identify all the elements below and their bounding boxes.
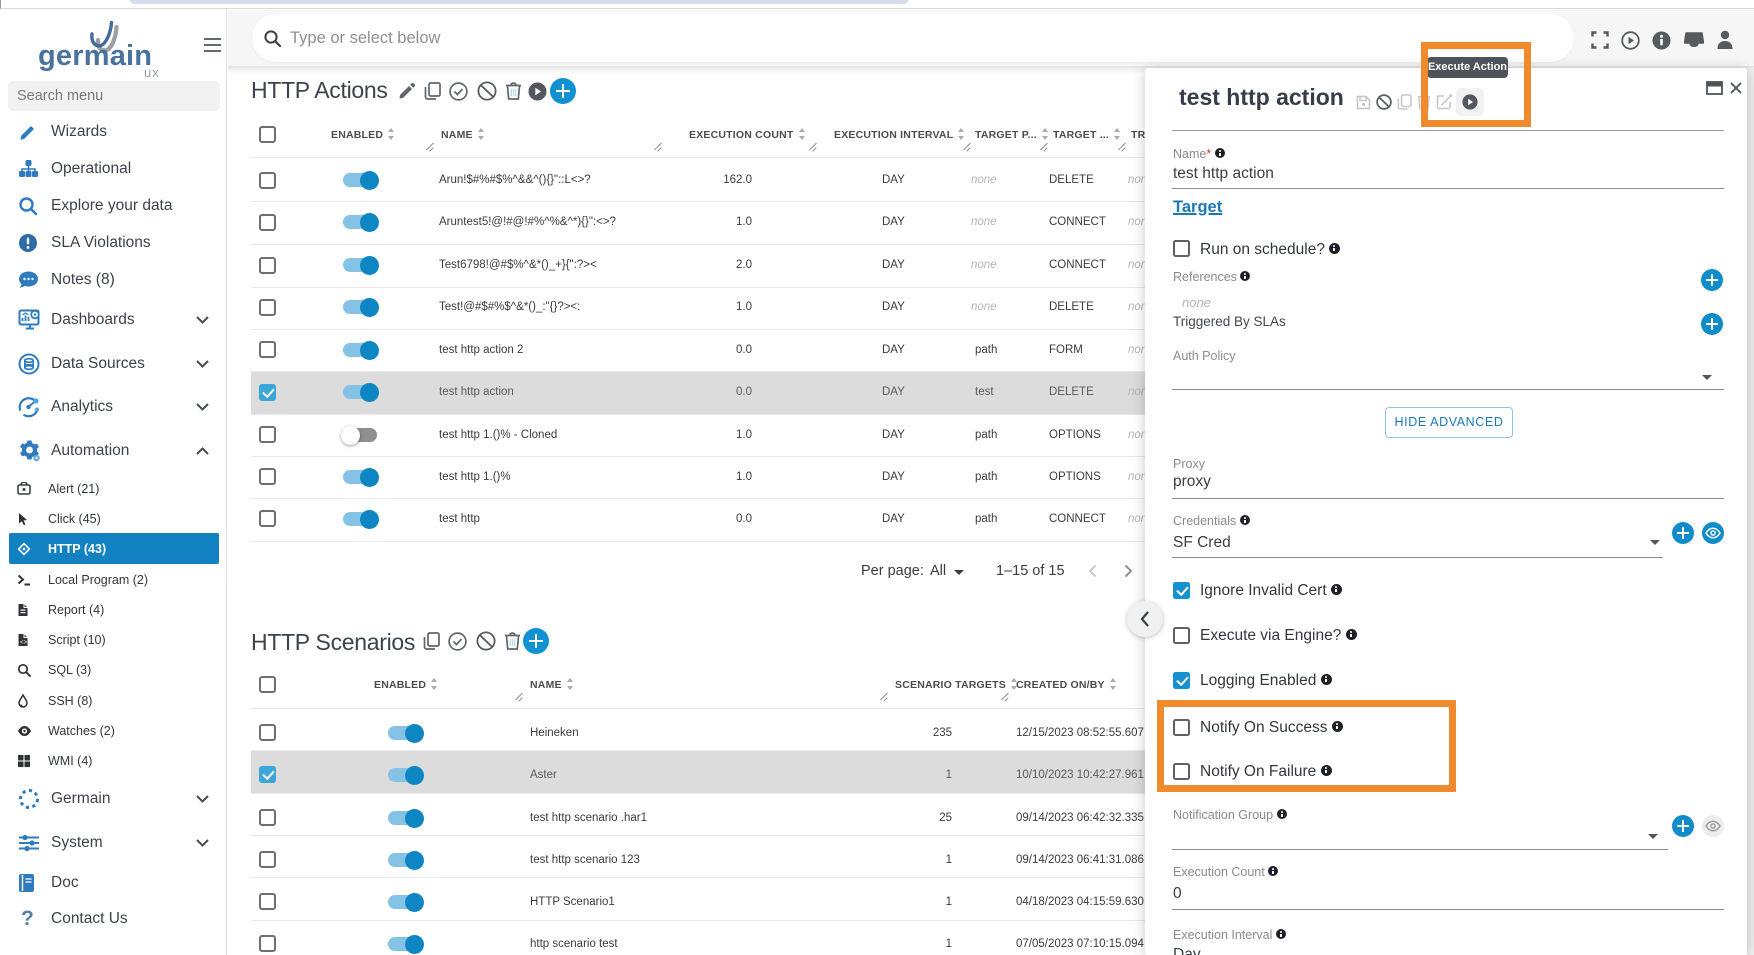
svg-text:<>: <> [20, 639, 28, 646]
